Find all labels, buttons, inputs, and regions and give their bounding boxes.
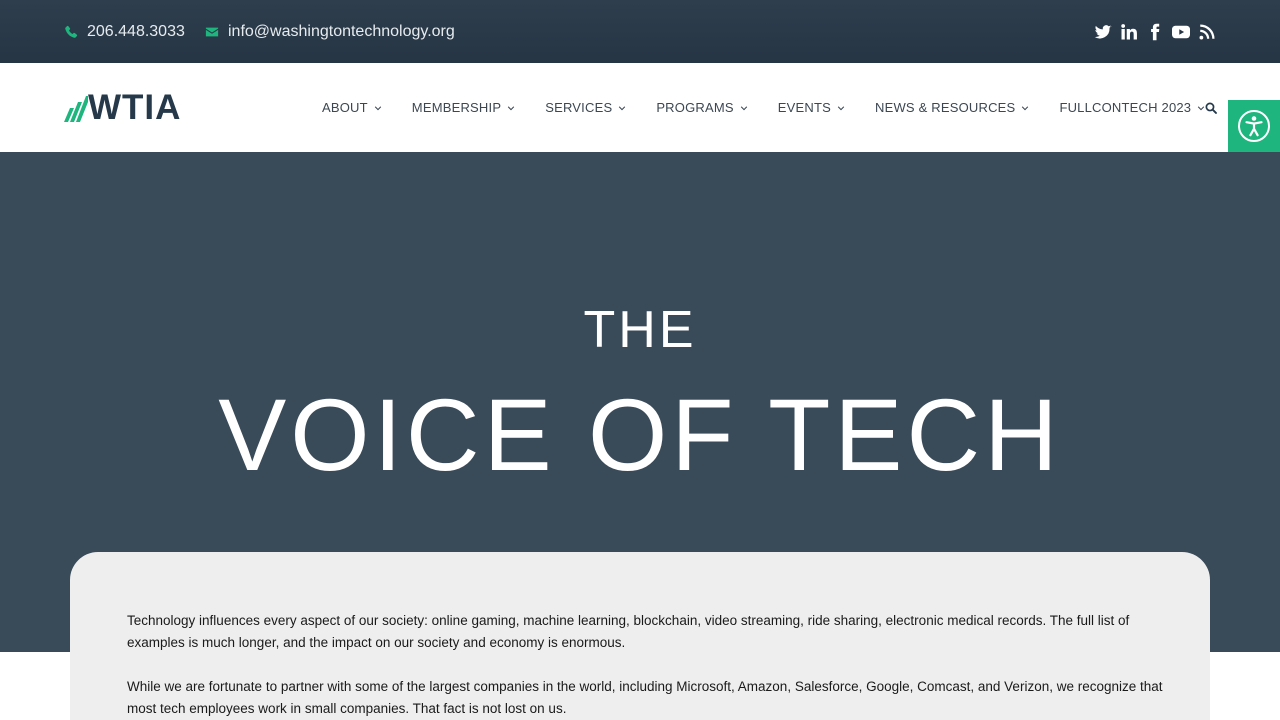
nav-label: NEWS & RESOURCES: [874, 100, 1016, 115]
logo-bars-icon: [64, 96, 88, 122]
accessibility-button[interactable]: [1228, 100, 1280, 152]
phone-number: 206.448.3033: [87, 22, 185, 40]
nav-membership[interactable]: MEMBERSHIP: [412, 100, 515, 115]
nav-about[interactable]: ABOUT: [322, 100, 382, 115]
nav-label: EVENTS: [777, 100, 831, 115]
email-address: info@washingtontechnology.org: [228, 22, 455, 40]
nav-label: MEMBERSHIP: [411, 100, 502, 115]
youtube-icon[interactable]: [1172, 23, 1190, 41]
hero-title: VOICE OF TECH: [218, 378, 1062, 492]
twitter-icon[interactable]: [1094, 23, 1112, 41]
chevron-down-icon: [740, 105, 747, 110]
envelope-icon: [205, 25, 219, 39]
chevron-down-icon: [619, 105, 626, 110]
chevron-down-icon: [837, 105, 845, 110]
rss-icon[interactable]: [1198, 23, 1216, 41]
top-bar: 206.448.3033 info@washingtontechnology.o…: [0, 0, 1280, 63]
social-links: [1094, 0, 1216, 63]
logo-text: WTIA: [88, 88, 182, 127]
main-nav: ABOUT MEMBERSHIP SERVICES PROGRAMS EVENT…: [322, 63, 1235, 152]
site-header: WTIA ABOUT MEMBERSHIP SERVICES PROGRAMS …: [0, 63, 1280, 152]
facebook-icon[interactable]: [1146, 23, 1164, 41]
wtia-logo[interactable]: WTIA: [64, 88, 182, 127]
nav-label: SERVICES: [545, 100, 613, 115]
nav-label: FULLCONTECH 2023: [1059, 100, 1192, 115]
chevron-down-icon: [1022, 105, 1029, 110]
nav-label: ABOUT: [322, 100, 368, 115]
hero-kicker: THE: [583, 301, 697, 359]
nav-events[interactable]: EVENTS: [778, 100, 845, 115]
nav-services[interactable]: SERVICES: [545, 100, 626, 115]
phone-icon: [64, 25, 78, 39]
intro-paragraph-1: Technology influences every aspect of ou…: [127, 613, 1130, 650]
nav-label: PROGRAMS: [656, 100, 734, 115]
linkedin-icon[interactable]: [1120, 23, 1138, 41]
search-icon[interactable]: [1205, 102, 1217, 114]
email-link[interactable]: info@washingtontechnology.org: [205, 0, 455, 63]
chevron-down-icon: [508, 105, 515, 110]
intro-paragraph-2: While we are fortunate to partner with s…: [127, 679, 1163, 716]
nav-news-resources[interactable]: NEWS & RESOURCES: [875, 100, 1029, 115]
chevron-down-icon: [374, 105, 381, 110]
nav-programs[interactable]: PROGRAMS: [656, 100, 747, 115]
intro-card: Technology influences every aspect of ou…: [70, 552, 1210, 720]
nav-fullcontech[interactable]: FULLCONTECH 2023: [1059, 100, 1205, 115]
phone-link[interactable]: 206.448.3033: [64, 0, 185, 63]
accessibility-icon: [1238, 110, 1270, 142]
